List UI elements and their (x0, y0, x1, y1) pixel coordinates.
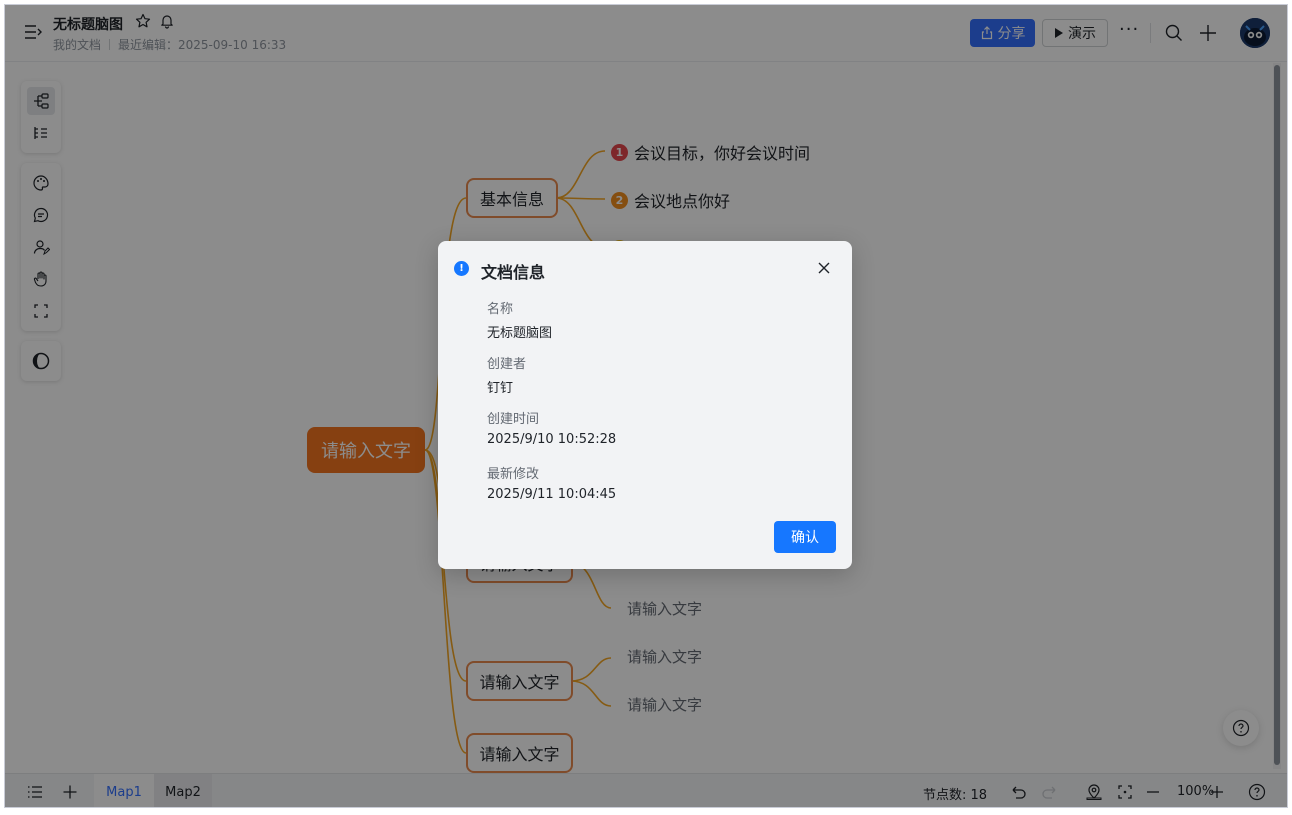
dialog-title: 文档信息 (481, 263, 546, 282)
name-value: 无标题脑图 (487, 326, 553, 341)
name-label: 名称 (487, 302, 514, 317)
creator-value: 钉钉 (487, 381, 514, 396)
confirm-button[interactable]: 确认 (774, 521, 836, 553)
modified-time-value: 2025/9/11 10:04:45 (487, 487, 617, 502)
app-window: 无标题脑图 我的文档 最近编辑：2025-09-10 16:33 分享 演示 ·… (4, 4, 1288, 808)
info-icon: ! (454, 261, 469, 276)
close-icon[interactable] (816, 260, 832, 276)
created-time-value: 2025/9/10 10:52:28 (487, 432, 617, 447)
creator-label: 创建者 (487, 357, 527, 372)
modified-time-label: 最新修改 (487, 467, 540, 482)
document-info-dialog: ! 文档信息 名称 无标题脑图 创建者 钉钉 创建时间 2025/9/10 10… (438, 241, 852, 569)
created-time-label: 创建时间 (487, 412, 540, 427)
